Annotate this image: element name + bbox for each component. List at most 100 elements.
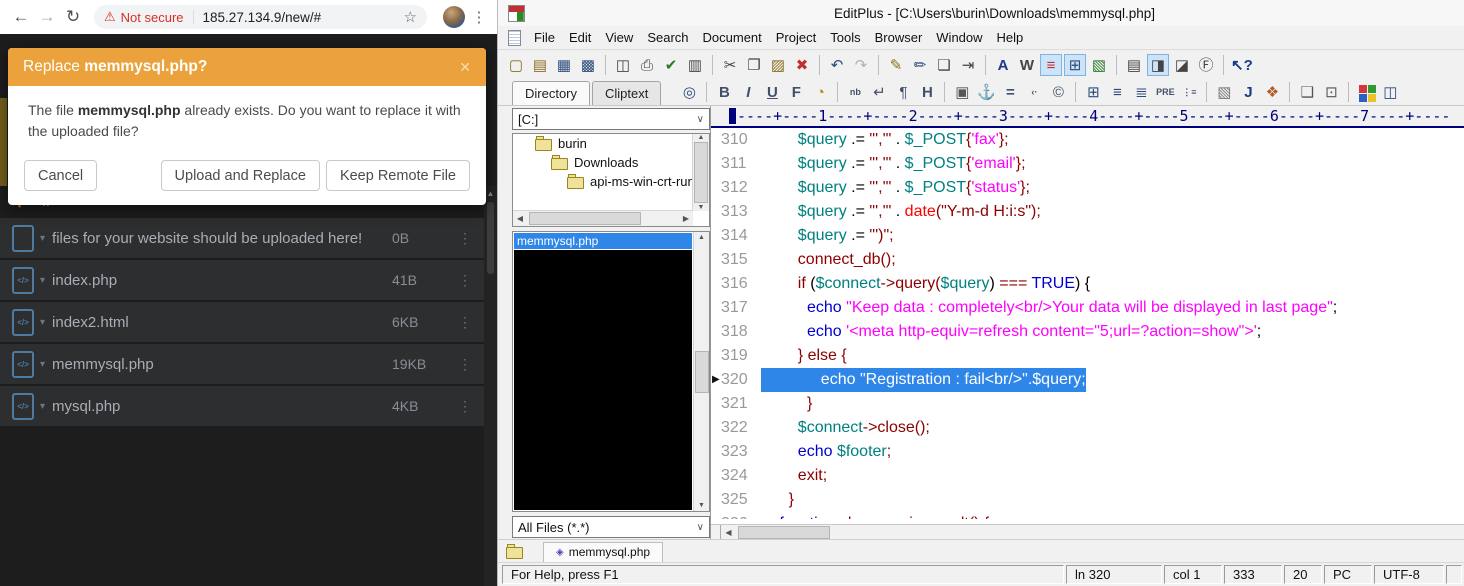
code-line-315[interactable]: 315connect_db(); <box>711 248 1464 272</box>
context-help-icon[interactable]: ↖? <box>1230 54 1252 76</box>
replace-icon[interactable]: ✏ <box>909 54 931 76</box>
file-name[interactable]: mysql.php <box>52 398 392 415</box>
align-center-icon[interactable]: ≡ <box>1106 81 1128 103</box>
print-icon[interactable]: ⎙ <box>636 54 658 76</box>
file-row[interactable]: </>▾index2.html6KB⋮ <box>0 302 484 342</box>
span-tag-icon[interactable]: ⊡ <box>1320 81 1342 103</box>
paste-icon[interactable]: ▨ <box>767 54 789 76</box>
caret-down-icon[interactable]: ▾ <box>40 233 45 244</box>
align-right-icon[interactable]: ≣ <box>1130 81 1152 103</box>
code-line-317[interactable]: 317echo "Keep data : completely<br/>Your… <box>711 296 1464 320</box>
code-line-312[interactable]: 312$query .= "','" . $_POST{'status'}; <box>711 176 1464 200</box>
script-icon[interactable]: ▧ <box>1213 81 1235 103</box>
copy-icon[interactable]: ❐ <box>743 54 765 76</box>
div-window-icon[interactable]: ❑ <box>1296 81 1318 103</box>
code-line-316[interactable]: 316if ($connect->query($query) === TRUE)… <box>711 272 1464 296</box>
delete-icon[interactable]: ✖ <box>791 54 813 76</box>
underline-icon[interactable]: U <box>761 81 783 103</box>
scroll-thumb[interactable] <box>694 142 708 203</box>
redo-icon[interactable]: ↷ <box>850 54 872 76</box>
file-name[interactable]: files for your website should be uploade… <box>52 230 392 247</box>
filelist-vertical-scrollbar[interactable]: ▲▼ <box>693 232 709 511</box>
color-picker-icon[interactable] <box>1355 81 1377 103</box>
title-bar[interactable]: EditPlus - [C:\Users\burin\Downloads\mem… <box>498 0 1464 27</box>
menu-document[interactable]: Document <box>696 28 769 47</box>
tab-cliptext[interactable]: Cliptext <box>592 81 661 105</box>
scroll-thumb[interactable] <box>695 351 709 393</box>
special-character-icon[interactable]: ‹· <box>1023 81 1045 103</box>
menu-window[interactable]: Window <box>929 28 989 47</box>
scroll-thumb[interactable] <box>529 212 641 225</box>
code-line-326[interactable]: 326function show_regis_result() { <box>711 512 1464 519</box>
code-line-311[interactable]: 311$query .= "','" . $_POST{'email'}; <box>711 152 1464 176</box>
frameset-icon[interactable]: ◫ <box>1379 81 1401 103</box>
caret-down-icon[interactable]: ▾ <box>40 401 45 412</box>
code-text[interactable]: $query .= "','" . $_POST{'status'}; <box>761 176 1030 200</box>
code-line-323[interactable]: 323echo $footer; <box>711 440 1464 464</box>
scroll-right-icon[interactable]: ▶ <box>679 214 693 223</box>
scroll-up-icon[interactable]: ▲ <box>698 134 705 141</box>
forward-icon[interactable]: → <box>34 7 60 27</box>
toggle-functions-icon[interactable]: Ⓕ <box>1195 54 1217 76</box>
tab-directory[interactable]: Directory <box>512 81 590 105</box>
save-file-icon[interactable]: ▦ <box>553 54 575 76</box>
file-name[interactable]: index2.html <box>52 314 392 331</box>
bookmark-star-icon[interactable]: ☆ <box>404 8 417 26</box>
scroll-thumb[interactable] <box>487 202 494 274</box>
find-icon[interactable]: ✎ <box>885 54 907 76</box>
url-text[interactable]: 185.27.134.9/new/# <box>203 10 398 25</box>
image-icon[interactable]: ▣ <box>951 81 973 103</box>
tree-item-Downloads[interactable]: Downloads <box>513 153 693 172</box>
font-icon[interactable]: A <box>992 54 1014 76</box>
find-in-files-icon[interactable]: ❏ <box>933 54 955 76</box>
file-name[interactable]: index.php <box>52 272 392 289</box>
code-text[interactable]: exit; <box>761 464 827 488</box>
code-text[interactable]: $connect->close(); <box>761 416 930 440</box>
selected-file-row[interactable]: memmysql.php <box>514 233 692 249</box>
menu-help[interactable]: Help <box>990 28 1031 47</box>
tree-item-api-ms-win-crt-runtim[interactable]: api-ms-win-crt-runtim <box>513 172 693 191</box>
code-text[interactable]: } <box>761 392 812 416</box>
code-horizontal-scrollbar[interactable]: ◀ <box>711 524 1464 540</box>
code-text[interactable]: } <box>761 488 794 512</box>
menu-browser[interactable]: Browser <box>868 28 930 47</box>
word-wrap-icon[interactable]: W <box>1016 54 1038 76</box>
avatar[interactable] <box>443 6 465 28</box>
scroll-up-icon[interactable]: ▲ <box>698 234 705 241</box>
file-filter-select[interactable]: All Files (*.*) ∨ <box>512 516 710 538</box>
line-break-icon[interactable]: ↵ <box>868 81 890 103</box>
horizontal-rule-icon[interactable]: = <box>999 81 1021 103</box>
code-text[interactable]: echo '<meta http-equiv=refresh content="… <box>761 320 1261 344</box>
save-all-icon[interactable]: ▩ <box>577 54 599 76</box>
code-text[interactable]: echo $footer; <box>761 440 891 464</box>
file-row[interactable]: </>▾mysql.php4KB⋮ <box>0 386 484 426</box>
code-text[interactable]: $query .= "','" . date("Y-m-d H:i:s"); <box>761 200 1041 224</box>
indent-icon[interactable]: ⇥ <box>957 54 979 76</box>
list-icon[interactable]: ⋮≡ <box>1178 81 1200 103</box>
close-icon[interactable]: ✕ <box>459 59 471 76</box>
scroll-up-icon[interactable]: ▲ <box>487 189 495 198</box>
code-line-310[interactable]: 310$query .= "','" . $_POST{'fax'}; <box>711 128 1464 152</box>
menu-tools[interactable]: Tools <box>823 28 867 47</box>
keep-remote-file-button[interactable]: Keep Remote File <box>326 160 470 191</box>
toggle-directory-icon[interactable]: ◨ <box>1147 54 1169 76</box>
kebab-menu-icon[interactable]: ⋮ <box>454 272 476 289</box>
menu-edit[interactable]: Edit <box>562 28 598 47</box>
selected-code-text[interactable]: echo "Registration : fail<br/>".$query; <box>761 368 1086 392</box>
open-file-icon[interactable]: ▤ <box>529 54 551 76</box>
back-icon[interactable]: ← <box>8 7 34 27</box>
kebab-menu-icon[interactable]: ⋮ <box>454 356 476 373</box>
toggle-output-icon[interactable]: ◪ <box>1171 54 1193 76</box>
code-line-319[interactable]: 319} else { <box>711 344 1464 368</box>
code-line-318[interactable]: 318echo '<meta http-equiv=refresh conten… <box>711 320 1464 344</box>
menu-file[interactable]: File <box>527 28 562 47</box>
menu-project[interactable]: Project <box>769 28 823 47</box>
new-document-icon[interactable]: ▢ <box>505 54 527 76</box>
code-line-313[interactable]: 313$query .= "','" . date("Y-m-d H:i:s")… <box>711 200 1464 224</box>
code-line-314[interactable]: 314$query .= "')"; <box>711 224 1464 248</box>
reload-icon[interactable]: ↻ <box>60 7 86 27</box>
scroll-down-icon[interactable]: ▼ <box>698 502 705 509</box>
file-name[interactable]: memmysql.php <box>52 356 392 373</box>
date-time-icon[interactable]: ◔ <box>809 81 831 103</box>
browser-menu-icon[interactable]: ⋮ <box>469 8 489 26</box>
